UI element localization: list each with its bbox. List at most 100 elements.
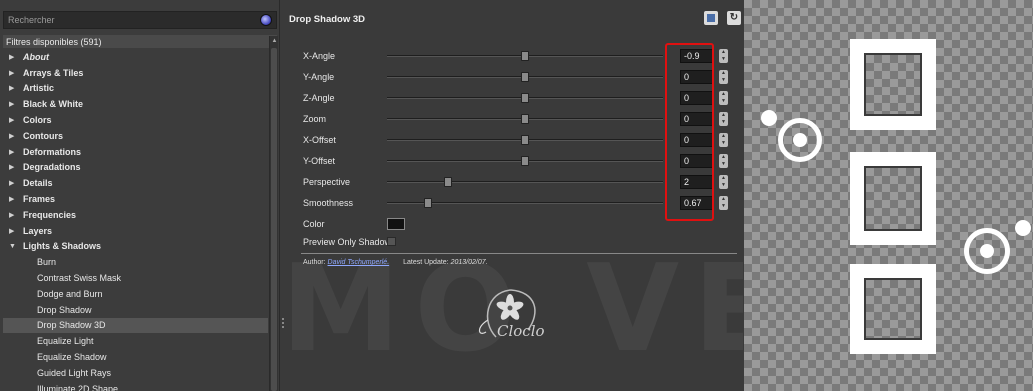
param-label: Y-Offset	[303, 156, 336, 166]
author-link[interactable]: David Tschumperlé.	[328, 259, 390, 266]
tree-category[interactable]: ▶ Frequencies	[3, 207, 268, 223]
tree-item-label: Frames	[23, 194, 56, 205]
chevron-right-icon[interactable]: ▶	[9, 163, 17, 171]
spinner-arrows-icon[interactable]: ▲ ▼	[719, 133, 728, 147]
tree-item-label: Layers	[23, 225, 53, 236]
color-row: Color	[281, 216, 743, 232]
preview-frame-bottom	[850, 264, 936, 354]
chevron-right-icon[interactable]: ▶	[9, 179, 17, 187]
tree-category[interactable]: ▶ Colors	[3, 112, 268, 128]
filter-browser-panel: Rechercher Filtres disponibles (591) ▶ Ab…	[0, 0, 280, 391]
chevron-right-icon[interactable]: ▶	[9, 148, 17, 156]
filter-title: Drop Shadow 3D	[289, 14, 366, 25]
tree-item-label: Arrays & Tiles	[23, 67, 84, 78]
tree-category[interactable]: ▶ Details	[3, 175, 268, 191]
tree-category[interactable]: ▶ Contours	[3, 128, 268, 144]
tree-category[interactable]: ▶ Layers	[3, 223, 268, 239]
chevron-right-icon[interactable]: ▶	[9, 132, 17, 140]
tree-item-label: Guided Light Rays	[37, 367, 112, 378]
spinner-arrows-icon[interactable]: ▲ ▼	[719, 112, 728, 126]
param-slider-knob[interactable]	[521, 93, 529, 103]
spinner-arrows-icon[interactable]: ▲ ▼	[719, 70, 728, 84]
tree-filter-item[interactable]: Contrast Swiss Mask	[3, 270, 268, 286]
spinner-arrows-icon[interactable]: ▲ ▼	[719, 49, 728, 63]
search-input[interactable]: Rechercher	[3, 11, 277, 29]
param-label: Y-Angle	[303, 72, 335, 82]
chevron-right-icon[interactable]: ▶	[9, 53, 17, 61]
param-slider-knob[interactable]	[521, 114, 529, 124]
tree-filter-item[interactable]: Illuminate 2D Shape	[3, 381, 268, 391]
chevron-right-icon[interactable]: ▶	[9, 84, 17, 92]
chevron-right-icon[interactable]: ▶	[9, 195, 17, 203]
tree-filter-item[interactable]: Guided Light Rays	[3, 365, 268, 381]
tree-item-label: Frequencies	[23, 209, 77, 220]
param-slider-knob[interactable]	[521, 72, 529, 82]
tree-filter-item[interactable]: Burn	[3, 254, 268, 270]
preview-frame-top	[850, 39, 936, 130]
tree-item-label: About	[23, 51, 49, 62]
scroll-thumb[interactable]	[271, 48, 277, 391]
tree-item-label: Lights & Shadows	[23, 241, 102, 252]
preview-only-shadow-checkbox[interactable]	[387, 237, 396, 246]
tree-category[interactable]: ▶ Artistic	[3, 81, 268, 97]
color-swatch[interactable]	[387, 218, 405, 230]
scroll-up-arrow-icon[interactable]: ▲	[270, 36, 279, 46]
tree-item-label: Equalize Shadow	[37, 352, 107, 363]
chevron-right-icon[interactable]: ▶	[9, 211, 17, 219]
copy-layout-icon[interactable]	[704, 11, 718, 25]
divider	[301, 253, 737, 254]
chevron-right-icon[interactable]: ▶	[9, 116, 17, 124]
chevron-down-icon[interactable]: ▼	[9, 243, 17, 250]
param-label: X-Angle	[303, 51, 336, 61]
tree-category[interactable]: ▶ Deformations	[3, 144, 268, 160]
tree-filter-item[interactable]: Equalize Shadow	[3, 349, 268, 365]
preview-ring-center	[793, 133, 807, 147]
param-slider-track[interactable]	[387, 181, 663, 183]
reset-icon[interactable]: ↻	[727, 11, 741, 25]
tree-category[interactable]: ▼ Lights & Shadows	[3, 239, 268, 255]
chevron-right-icon[interactable]: ▶	[9, 69, 17, 77]
tree-category[interactable]: ▶ Degradations	[3, 160, 268, 176]
tree-filter-item[interactable]: Drop Shadow 3D	[3, 317, 268, 334]
panel-resize-grip[interactable]	[282, 318, 285, 330]
spinner-arrows-icon[interactable]: ▲ ▼	[719, 91, 728, 105]
search-icon[interactable]	[260, 14, 272, 26]
preview-ring-right-center	[980, 244, 994, 258]
update-date: 2013/02/07.	[450, 259, 488, 266]
spinner-arrows-icon[interactable]: ▲ ▼	[719, 175, 728, 189]
color-label: Color	[303, 219, 325, 229]
tree-filter-item[interactable]: Equalize Light	[3, 333, 268, 349]
param-slider-knob[interactable]	[443, 177, 452, 187]
tree-item-label: Burn	[37, 257, 57, 268]
tree-filter-item[interactable]: Dodge and Burn	[3, 286, 268, 302]
tree-category[interactable]: ▶ Frames	[3, 191, 268, 207]
preview-only-shadow-label: Preview Only Shadow	[303, 237, 392, 247]
param-label: Zoom	[303, 114, 327, 124]
scrollbar[interactable]: ▲	[269, 36, 278, 391]
tree-item-label: Drop Shadow 3D	[37, 320, 106, 331]
param-label: Z-Angle	[303, 93, 335, 103]
search-placeholder: Rechercher	[8, 15, 55, 25]
tree-category[interactable]: ▶ About	[3, 49, 268, 65]
author-info: Author: David Tschumperlé. Latest Update…	[303, 259, 488, 266]
tree-category[interactable]: ▶ Arrays & Tiles	[3, 65, 268, 81]
highlight-box	[665, 43, 714, 221]
filter-settings-panel: MO VER Drop Shadow 3D ↻ X-Angle-0.9▲▼Y-A…	[281, 0, 743, 391]
spinner-arrows-icon[interactable]: ▲ ▼	[719, 196, 728, 210]
tree-category[interactable]: ▶ Black & White	[3, 96, 268, 112]
param-slider-knob[interactable]	[521, 156, 529, 166]
tree-item-label: Details	[23, 178, 53, 189]
param-slider-knob[interactable]	[521, 51, 529, 61]
param-slider-knob[interactable]	[424, 198, 433, 208]
tree-item-label: Deformations	[23, 146, 82, 157]
chevron-right-icon[interactable]: ▶	[9, 227, 17, 235]
chevron-right-icon[interactable]: ▶	[9, 100, 17, 108]
tree-filter-item[interactable]: Drop Shadow	[3, 302, 268, 318]
tree-item-label: Contours	[23, 130, 63, 141]
tree-item-label: Contrast Swiss Mask	[37, 273, 122, 284]
param-slider-knob[interactable]	[521, 135, 529, 145]
spinner-arrows-icon[interactable]: ▲ ▼	[719, 154, 728, 168]
author-label: Author:	[303, 259, 326, 266]
preview-dot	[761, 110, 777, 126]
preview-canvas[interactable]	[744, 0, 1033, 391]
